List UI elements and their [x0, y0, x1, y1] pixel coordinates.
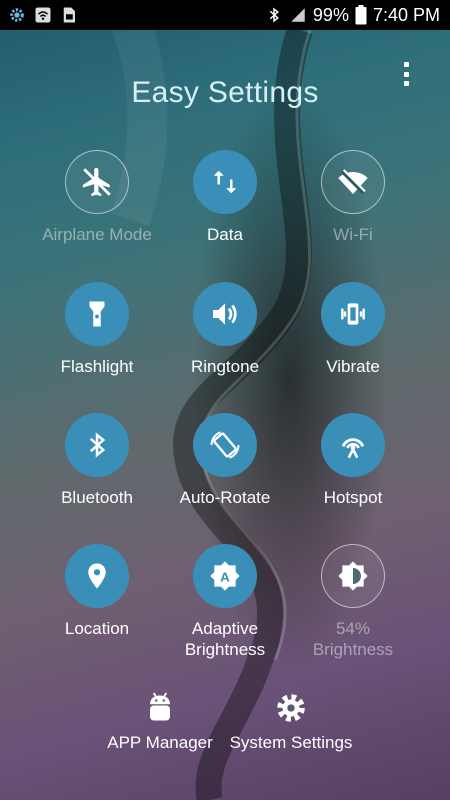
airplane-icon: [82, 167, 111, 197]
system-settings-label: System Settings: [229, 733, 353, 752]
toggle-data[interactable]: Data: [161, 150, 289, 245]
wifi-off-icon: [338, 169, 368, 195]
toggle-circle[interactable]: [65, 413, 129, 477]
toggle-auto-rotate[interactable]: Auto-Rotate: [161, 413, 289, 508]
adaptive-brightness-icon: A: [210, 561, 240, 591]
toggle-circle[interactable]: [193, 282, 257, 346]
toggle-label: Airplane Mode: [42, 225, 152, 244]
label-line2: Brightness: [184, 640, 266, 659]
app-manager-label: APP Manager: [107, 733, 213, 752]
toggle-airplane-mode[interactable]: Airplane Mode: [33, 150, 161, 245]
android-icon: [150, 692, 170, 721]
gear-notification-icon: [10, 8, 24, 22]
battery-percentage: 99%: [312, 4, 349, 25]
toggle-location[interactable]: Location: [33, 544, 161, 639]
toggle-circle[interactable]: [65, 544, 129, 608]
toggle-wifi[interactable]: Wi-Fi: [289, 150, 417, 245]
label-line2: Brightness: [312, 640, 394, 659]
toggle-adaptive-brightness[interactable]: A Adaptive Brightness: [161, 544, 289, 660]
toggle-label: Hotspot: [323, 488, 383, 507]
system-settings-button[interactable]: System Settings: [225, 690, 357, 753]
toggle-label: Location: [64, 619, 130, 638]
bluetooth-icon: [89, 432, 106, 458]
toggle-circle[interactable]: [321, 282, 385, 346]
rotate-icon: [210, 431, 240, 459]
battery-icon: [355, 5, 367, 25]
toggle-label: Auto-Rotate: [179, 488, 271, 507]
toggle-label: Data: [207, 225, 243, 244]
toggle-vibrate[interactable]: Vibrate: [289, 282, 417, 377]
toggle-circle[interactable]: [321, 544, 385, 608]
bluetooth-status-icon: [269, 7, 279, 23]
signal-strength-icon: [291, 8, 305, 22]
flashlight-icon: [89, 301, 105, 327]
status-bar: 99% 7:40 PM: [0, 0, 450, 30]
toggle-ringtone[interactable]: Ringtone: [161, 282, 289, 377]
speaker-icon: [213, 303, 237, 325]
gear-icon: [277, 694, 305, 722]
toggle-flashlight[interactable]: Flashlight: [33, 282, 161, 377]
brightness-icon: [338, 561, 368, 591]
toggle-label: 54% Brightness: [313, 618, 393, 660]
toggle-circle[interactable]: [193, 413, 257, 477]
toggle-circle[interactable]: A: [193, 544, 257, 608]
toggle-circle[interactable]: [65, 150, 129, 214]
toggle-circle[interactable]: [321, 150, 385, 214]
toggle-hotspot[interactable]: Hotspot: [289, 413, 417, 508]
vibrate-icon: [341, 303, 365, 325]
location-pin-icon: [88, 563, 106, 589]
clock: 7:40 PM: [372, 4, 440, 25]
label-line1: Adaptive: [191, 619, 259, 638]
page-title: Easy Settings: [131, 76, 319, 109]
brightness-value: 54%: [335, 619, 370, 638]
toggle-circle[interactable]: [193, 150, 257, 214]
toggle-label: Adaptive Brightness: [185, 618, 265, 660]
toggle-bluetooth[interactable]: Bluetooth: [33, 413, 161, 508]
sim-card-icon: [63, 7, 75, 23]
background-wave: [101, 0, 313, 800]
data-transfer-icon: [213, 170, 237, 194]
toggle-label: Wi-Fi: [333, 225, 373, 244]
toggle-circle[interactable]: [65, 282, 129, 346]
svg-text:A: A: [220, 569, 230, 584]
hotspot-icon: [341, 438, 365, 459]
toggle-label: Ringtone: [190, 357, 260, 376]
toggle-brightness[interactable]: 54% Brightness: [289, 544, 417, 660]
toggle-label: Bluetooth: [61, 488, 133, 507]
app-manager-button[interactable]: APP Manager: [100, 690, 220, 753]
toggle-label: Vibrate: [326, 357, 380, 376]
toggle-label: Flashlight: [60, 357, 134, 376]
wifi-notification-icon: [35, 7, 51, 23]
toggle-circle[interactable]: [321, 413, 385, 477]
